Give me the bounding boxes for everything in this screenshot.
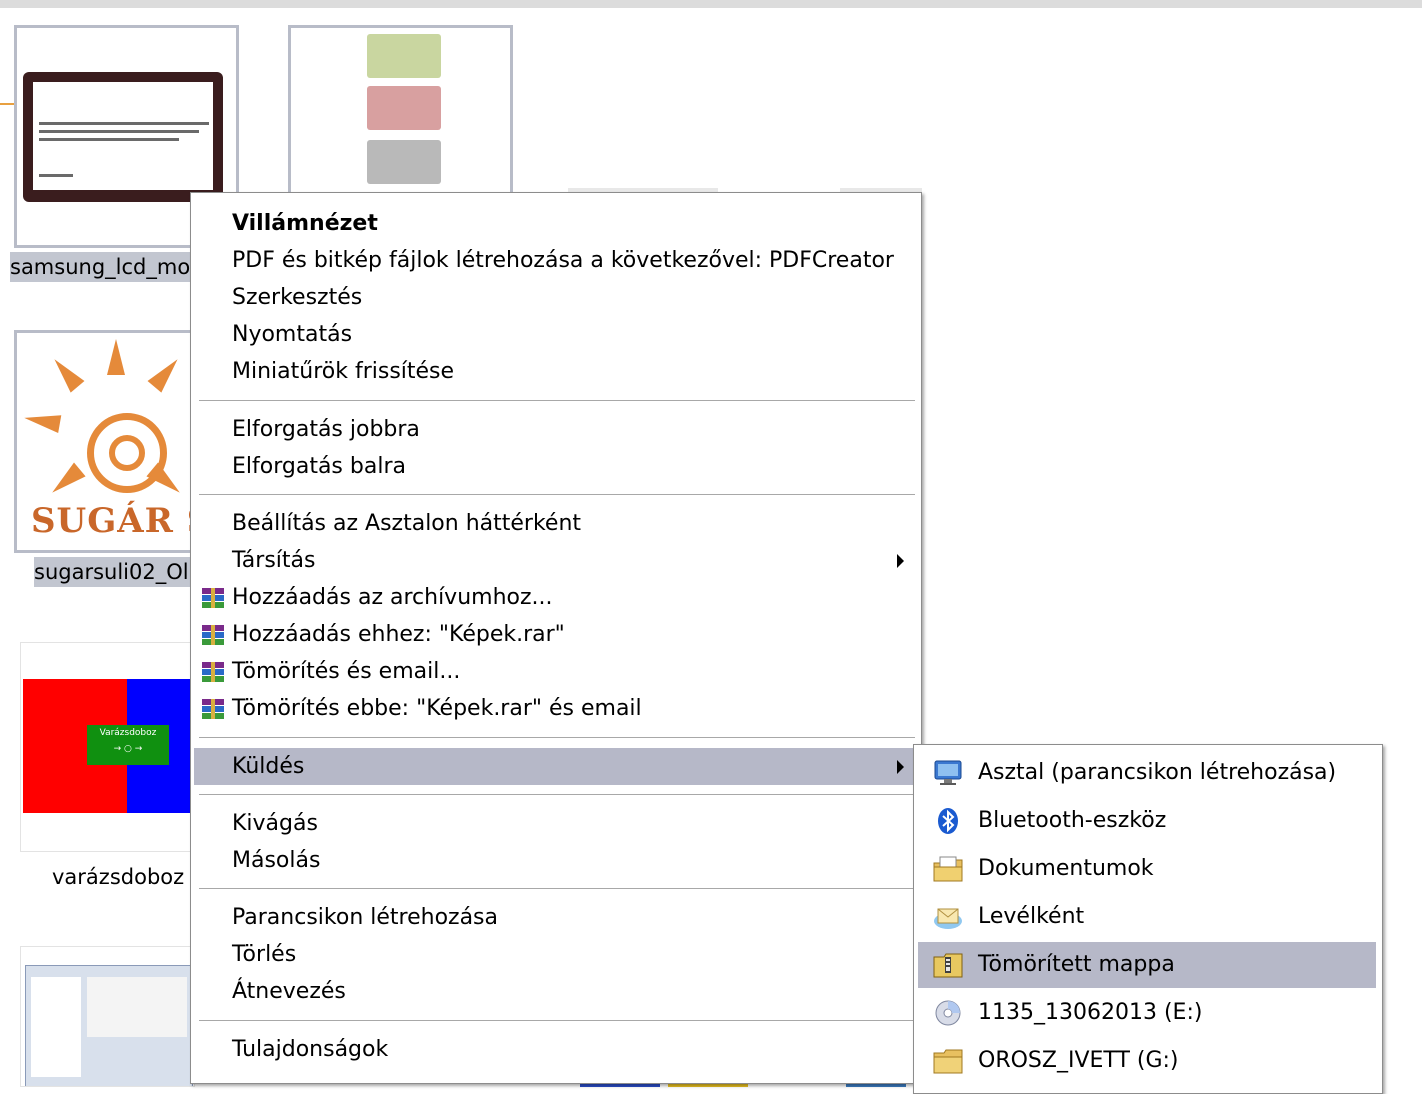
menu-item-send-to[interactable]: Küldés (194, 748, 918, 785)
submenu-item-label: Levélként (978, 904, 1085, 929)
submenu-item-cd-drive[interactable]: 1135_13062013 (E:) (918, 990, 1376, 1036)
menu-item-label: Hozzáadás ehhez: "Képek.rar" (232, 622, 565, 647)
winrar-icon (202, 662, 224, 682)
submenu-arrow-icon (897, 554, 904, 568)
menu-item-label: Hozzáadás az archívumhoz... (232, 585, 553, 610)
submenu-item-label: Asztal (parancsikon létrehozása) (978, 760, 1337, 785)
submenu-item-desktop[interactable]: Asztal (parancsikon létrehozása) (918, 750, 1376, 796)
desktop-icon (934, 760, 962, 785)
winrar-icon (202, 625, 224, 645)
submenu-item-mail[interactable]: Levélként (918, 894, 1376, 940)
menu-item-rename[interactable]: Átnevezés (194, 973, 918, 1010)
varazsdoboz-box: Varázsdoboz → ○ → (87, 725, 169, 765)
zip-folder-icon (933, 953, 963, 978)
submenu-item-label: 1135_13062013 (E:) (978, 1000, 1203, 1025)
window-top-strip (0, 0, 1422, 8)
menu-item-label: Tömörítés és email... (232, 659, 461, 684)
menu-item-properties[interactable]: Tulajdonságok (194, 1031, 918, 1068)
menu-item-label: Tömörítés ebbe: "Képek.rar" és email (232, 696, 642, 721)
tv-image (23, 72, 223, 202)
menu-item-set-wallpaper[interactable]: Beállítás az Asztalon háttérként (194, 505, 918, 542)
submenu-item-documents[interactable]: Dokumentumok (918, 846, 1376, 892)
menu-item-copy[interactable]: Másolás (194, 842, 918, 879)
menu-separator (199, 494, 915, 496)
submenu-item-label: Bluetooth-eszköz (978, 808, 1167, 833)
menu-item-edit[interactable]: Szerkesztés (194, 279, 918, 316)
winrar-icon (202, 699, 224, 719)
menu-separator (199, 794, 915, 796)
submenu-item-label: Dokumentumok (978, 856, 1154, 881)
submenu-item-zip-folder[interactable]: Tömörített mappa (918, 942, 1376, 988)
thumbnail-caption[interactable]: varázsdoboz (52, 862, 192, 892)
thumbnail-caption[interactable]: samsung_lcd_mo (10, 252, 192, 282)
menu-separator (199, 1020, 915, 1022)
menu-item-compress-email[interactable]: Tömörítés és email... (194, 653, 918, 690)
menu-item-refresh-thumbnails[interactable]: Miniatűrök frissítése (194, 353, 918, 390)
menu-separator (199, 888, 915, 890)
menu-item-label: Társítás (232, 548, 316, 573)
folder-icon (933, 1049, 963, 1074)
menu-separator (199, 400, 915, 402)
menu-item-open-with[interactable]: Társítás (194, 542, 918, 579)
menu-item-label: Küldés (232, 754, 305, 779)
id-card-image (367, 140, 441, 184)
thumbnail-varazsdoboz[interactable]: Varázsdoboz → ○ → (20, 642, 195, 852)
menu-item-rotate-left[interactable]: Elforgatás balra (194, 448, 918, 485)
submenu-item-label: Tömörített mappa (978, 952, 1175, 977)
submenu-arrow-icon (897, 760, 904, 774)
thumbnail-caption[interactable]: sugarsuli02_Ol (34, 557, 192, 587)
thumbnail-id-cards[interactable] (288, 25, 513, 205)
box-label: Varázsdoboz (99, 728, 157, 738)
submenu-item-usb-drive[interactable]: OROSZ_IVETT (G:) (918, 1038, 1376, 1084)
menu-item-quickview[interactable]: Villámnézet (194, 205, 918, 242)
menu-separator (199, 737, 915, 739)
menu-item-compress-rar-email[interactable]: Tömörítés ebbe: "Képek.rar" és email (194, 690, 918, 727)
winrar-icon (202, 588, 224, 608)
mail-icon (934, 908, 962, 929)
menu-item-print[interactable]: Nyomtatás (194, 316, 918, 353)
menu-item-add-to-archive[interactable]: Hozzáadás az archívumhoz... (194, 579, 918, 616)
bluetooth-icon (938, 808, 958, 834)
menu-item-add-to-rar[interactable]: Hozzáadás ehhez: "Képek.rar" (194, 616, 918, 653)
menu-item-pdfcreator[interactable]: PDF és bitkép fájlok létrehozása a követ… (194, 242, 918, 279)
cd-drive-icon (935, 1000, 961, 1026)
context-menu: Villámnézet PDF és bitkép fájlok létreho… (190, 192, 922, 1084)
documents-folder-icon (933, 856, 963, 882)
send-to-submenu: Asztal (parancsikon létrehozása) Bluetoo… (913, 744, 1383, 1094)
submenu-item-bluetooth[interactable]: Bluetooth-eszköz (918, 798, 1376, 844)
submenu-item-label: OROSZ_IVETT (G:) (978, 1048, 1179, 1073)
id-card-image (367, 86, 441, 130)
menu-item-cut[interactable]: Kivágás (194, 805, 918, 842)
thumbnail-screenshot[interactable] (20, 946, 195, 1087)
menu-item-delete[interactable]: Törlés (194, 936, 918, 973)
id-card-image (367, 34, 441, 78)
menu-item-create-shortcut[interactable]: Parancsikon létrehozása (194, 899, 918, 936)
menu-item-rotate-right[interactable]: Elforgatás jobbra (194, 411, 918, 448)
